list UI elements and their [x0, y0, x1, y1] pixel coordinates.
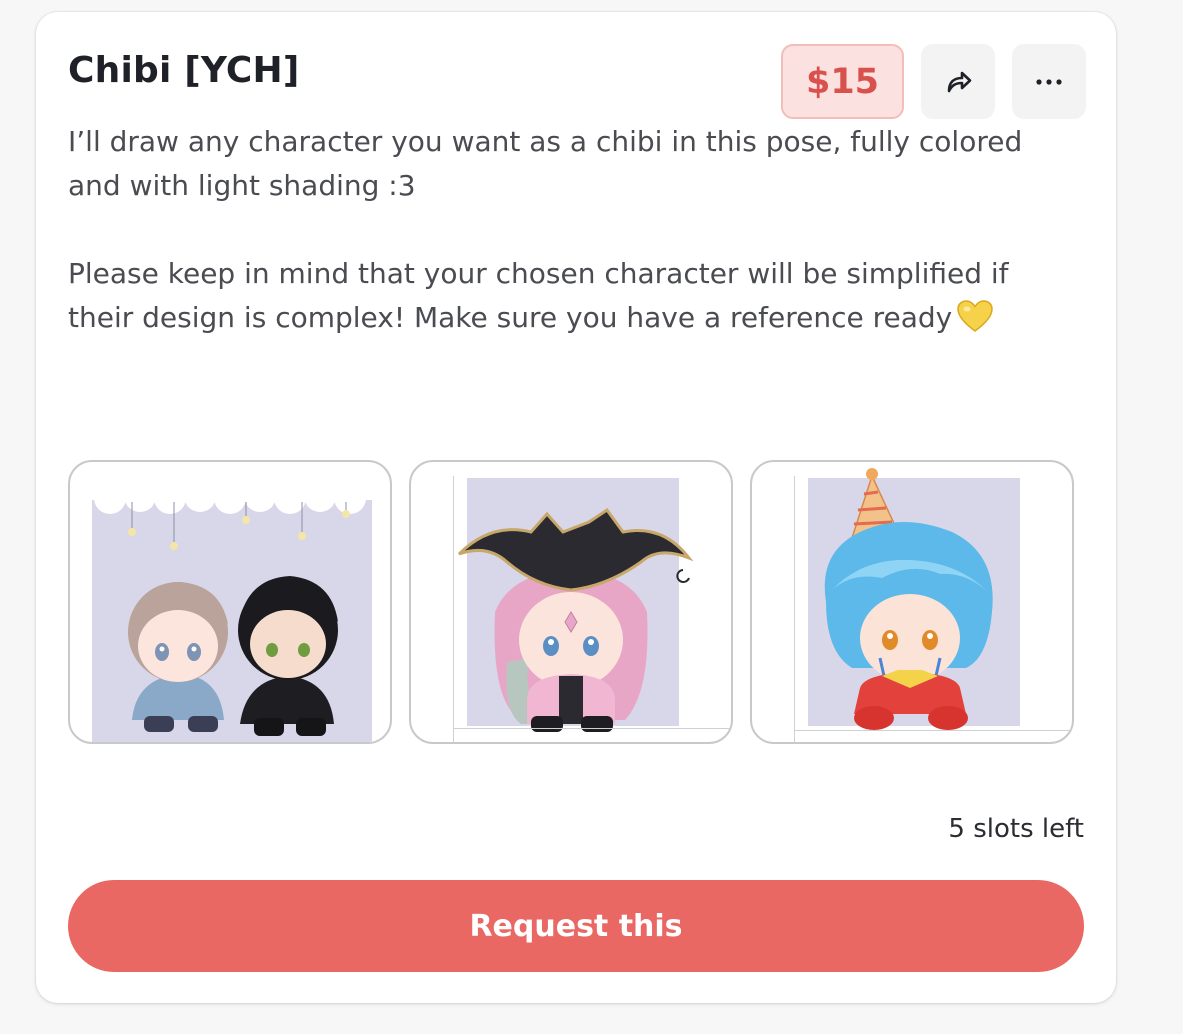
commission-card: Chibi [YCH] $15 I’ll draw any character …: [36, 12, 1116, 1003]
listing-title: Chibi [YCH]: [68, 50, 300, 91]
gallery-image-1[interactable]: [68, 460, 392, 744]
price-badge: $15: [781, 44, 904, 119]
listing-description: I’ll draw any character you want as a ch…: [68, 120, 1058, 346]
more-dots-icon: [1036, 78, 1062, 85]
gallery-image-3[interactable]: [750, 460, 1074, 744]
share-button[interactable]: [921, 44, 995, 119]
description-paragraph-2: Please keep in mind that your chosen cha…: [68, 252, 1058, 346]
slots-remaining: 5 slots left: [948, 814, 1084, 844]
description-text-2: Please keep in mind that your chosen cha…: [68, 257, 1009, 334]
request-button[interactable]: Request this: [68, 880, 1084, 972]
gallery-image-2[interactable]: [409, 460, 733, 744]
more-options-button[interactable]: [1012, 44, 1086, 119]
share-arrow-icon: [947, 71, 972, 92]
yellow-heart-icon: [956, 299, 994, 346]
description-paragraph-1: I’ll draw any character you want as a ch…: [68, 125, 1023, 202]
